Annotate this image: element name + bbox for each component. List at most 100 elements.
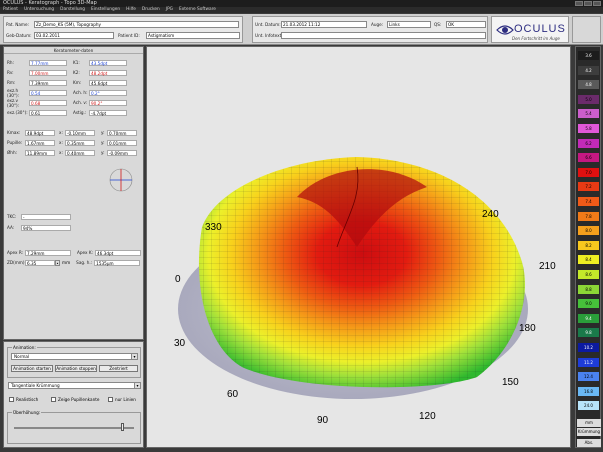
animation-panel: Animation: Normal ▾ Animation starten Ani… bbox=[3, 341, 144, 448]
menu-untersuchung[interactable]: Untersuchung bbox=[24, 7, 54, 13]
kerato-label: exz.h (30°): bbox=[7, 87, 20, 98]
scale-step: 10.2 bbox=[578, 343, 599, 352]
kerato-value: 7.00mm bbox=[29, 69, 67, 76]
scale-step: 12.4 bbox=[578, 372, 599, 382]
kerato-label: K1: bbox=[73, 60, 80, 65]
close-icon[interactable] bbox=[593, 1, 601, 6]
unt-infotext-label: Unt. Infotext: bbox=[255, 33, 283, 38]
kerato-row: exz.(30°): 0.61 Astig.: -4.7dpt bbox=[7, 109, 127, 116]
overhoehung-slider-thumb[interactable] bbox=[121, 423, 124, 431]
zd-unit: mm bbox=[62, 260, 71, 265]
kmax-label: Pupille: bbox=[7, 140, 23, 145]
scale-step: 5.4 bbox=[578, 109, 599, 119]
menu-externe-software[interactable]: Externe Software bbox=[179, 7, 216, 13]
auge-field[interactable]: Links bbox=[387, 21, 431, 28]
animation-start-button[interactable]: Animation starten bbox=[11, 365, 53, 372]
overhoehung-slider-track[interactable] bbox=[14, 427, 134, 429]
menu-jpg[interactable]: JPG bbox=[166, 7, 173, 13]
scale-step: 5.8 bbox=[578, 124, 599, 133]
center-button[interactable]: Zentriert bbox=[99, 365, 138, 372]
scale-abs[interactable]: Abs. bbox=[577, 439, 601, 447]
scale-step: 4.2 bbox=[578, 65, 599, 75]
kerato-row: exz.v (30°): 0.68 Ach. v: 90.2° bbox=[7, 97, 127, 108]
axis-label-60: 60 bbox=[227, 389, 239, 400]
chevron-down-icon: ▾ bbox=[131, 354, 137, 359]
kerato-value: 0.54 bbox=[29, 89, 67, 96]
lines-only-checkbox[interactable]: nur Linien bbox=[108, 397, 136, 402]
animation-mode-select[interactable]: Normal ▾ bbox=[11, 353, 138, 360]
scale-type: Krümmung bbox=[577, 428, 601, 436]
menu-patient[interactable]: Patient bbox=[3, 7, 18, 13]
x-value: 0.35mm bbox=[65, 139, 95, 146]
toolbar-box[interactable] bbox=[572, 16, 601, 43]
x-value: -0.10mm bbox=[65, 129, 95, 136]
aa-label: AA: bbox=[7, 225, 15, 230]
kerato-label: K2: bbox=[73, 70, 80, 75]
pupil-edge-checkbox[interactable]: Zeige Pupillenkante bbox=[51, 397, 99, 402]
menu-einstellungen[interactable]: Einstellungen bbox=[91, 7, 120, 13]
maximize-icon[interactable] bbox=[584, 1, 592, 6]
kerato-label: Astig.: bbox=[73, 110, 87, 115]
kerato-label: Rh: bbox=[7, 60, 14, 65]
qs-label: QS: bbox=[434, 22, 442, 27]
realistic-checkbox[interactable]: Realistisch bbox=[9, 397, 38, 402]
scale-step: 16.8 bbox=[578, 386, 599, 396]
menu-drucken[interactable]: Drucken bbox=[142, 7, 160, 13]
pat-name-label: Pat. Name: bbox=[6, 22, 29, 27]
apex-r-label: Apex R: bbox=[7, 250, 24, 255]
patient-id-field[interactable]: Astigmatism bbox=[146, 32, 240, 39]
animation-stop-button[interactable]: Animation stoppen bbox=[55, 365, 97, 372]
unt-infotext-field[interactable] bbox=[281, 32, 486, 39]
patient-panel: Pat. Name: Zz_Demo_KS (5M), Topography G… bbox=[3, 16, 243, 43]
kerato-value: 43.5dpt bbox=[89, 59, 127, 66]
oculus-logo: OCULUS Den Fortschritt im Auge bbox=[491, 16, 569, 43]
geb-datum-label: Geb-Datum: bbox=[6, 33, 32, 38]
pat-name-field[interactable]: Zz_Demo_KS (5M), Topography bbox=[34, 21, 239, 28]
map-type-select[interactable]: Tangentiale Krümmung ▾ bbox=[8, 382, 141, 389]
zd-spinner[interactable]: ▴ bbox=[55, 259, 60, 266]
keratometer-panel: Keratometer-daten Rh: 7.77mm K1: 43.5dpt Rv:… bbox=[3, 46, 144, 340]
scale-unit: mm bbox=[577, 419, 601, 427]
axis-label-120: 120 bbox=[419, 411, 436, 422]
scale-step: 8.6 bbox=[578, 270, 599, 279]
axis-label-330: 330 bbox=[205, 222, 222, 233]
kmax-label: Kmax: bbox=[7, 130, 21, 135]
scale-step: 8.8 bbox=[578, 284, 599, 294]
scale-step: 4.8 bbox=[578, 80, 599, 90]
pupil-edge-label: Zeige Pupillenkante bbox=[58, 397, 100, 402]
axis-diagram-icon bbox=[109, 168, 133, 192]
geb-datum-field[interactable]: 03.02.2011 bbox=[34, 32, 114, 39]
menu-hilfe[interactable]: Hilfe bbox=[126, 7, 136, 13]
kerato-label: exz.v (30°): bbox=[7, 97, 20, 108]
unt-datum-field[interactable]: 21.03.2012 11:12 bbox=[281, 21, 367, 28]
keratometer-title: Keratometer-daten bbox=[4, 47, 143, 54]
overhoehung-label: Überhöhung: bbox=[12, 410, 42, 415]
zd-input[interactable]: 6.35 bbox=[25, 259, 55, 266]
y-value: -0.09mm bbox=[107, 149, 137, 156]
scale-step: 6.6 bbox=[578, 153, 599, 163]
kerato-value: 45.6dpt bbox=[89, 79, 127, 86]
window-title: OCULUS - Keratograph - Topo 3D-Map bbox=[3, 0, 97, 6]
logo-brand: OCULUS bbox=[514, 23, 566, 35]
kmax-value: 1.67mm bbox=[25, 139, 55, 146]
scale-step: 9.4 bbox=[578, 313, 599, 323]
kmax-value: 48.9dpt bbox=[25, 129, 55, 136]
scale-step: 7.0 bbox=[578, 167, 599, 177]
topo-3d-view[interactable]: 0 30 60 90 120 150 180 210 240 330 bbox=[146, 46, 571, 448]
animation-group-title: Animation: bbox=[12, 345, 37, 350]
menu-darstellung[interactable]: Darstellung bbox=[60, 7, 85, 13]
kerato-label: Rm: bbox=[7, 80, 16, 85]
axis-label-210: 210 bbox=[539, 261, 556, 272]
apex-r-value: 7.29mm bbox=[25, 249, 71, 256]
qs-field[interactable]: OK bbox=[446, 21, 486, 28]
realistic-label: Realistisch bbox=[16, 397, 39, 402]
map-type-value: Tangentiale Krümmung bbox=[11, 383, 60, 388]
patient-info-bar: Pat. Name: Zz_Demo_KS (5M), Topography G… bbox=[0, 14, 603, 45]
auge-label: Auge: bbox=[371, 22, 384, 27]
axis-label-240: 240 bbox=[482, 209, 499, 220]
minimize-icon[interactable] bbox=[575, 1, 583, 6]
topo-3d-map[interactable]: 0 30 60 90 120 150 180 210 240 330 bbox=[147, 47, 570, 447]
checkbox-box bbox=[108, 397, 113, 402]
kerato-label: Rv: bbox=[7, 70, 14, 75]
axis-label-0: 0 bbox=[175, 274, 181, 285]
